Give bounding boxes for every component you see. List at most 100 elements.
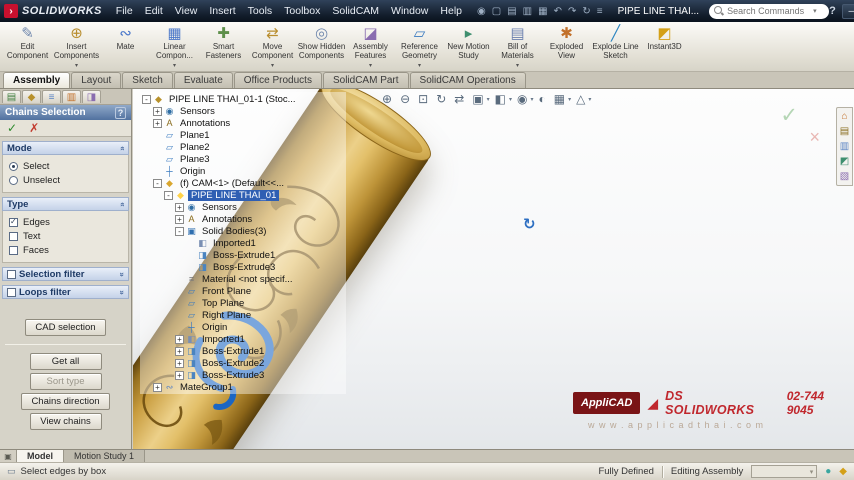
tree-expander-icon[interactable]: + <box>153 118 162 128</box>
tree-item[interactable]: ▱ Plane2 <box>140 141 346 153</box>
menu-item[interactable]: Help <box>434 2 468 20</box>
toolbar-button[interactable]: ▸ New Motion Study <box>444 24 493 70</box>
confirmation-corner-ok-icon[interactable]: ✓ <box>780 103 798 128</box>
tree-item[interactable]: + ◨ Boss-Extrude2 <box>140 357 346 369</box>
ribbon-tab[interactable]: SolidCAM Operations <box>409 72 526 88</box>
graphics-viewport[interactable]: ⊕ ⊖ ⊡ ↻ ⇄ ▣ ▾ ◧ ▾ ◉ ▾ ◐ ▦ ▾ △ ▾ - ◆ PIPE… <box>133 89 854 449</box>
ribbon-tab[interactable]: Evaluate <box>173 72 233 88</box>
dropdown-arrow-icon[interactable]: ▾ <box>271 62 274 69</box>
checkbox-option[interactable]: Faces <box>9 243 122 257</box>
menu-item[interactable]: Insert <box>203 2 241 20</box>
pin-icon[interactable]: ◉ <box>474 6 489 17</box>
ribbon-tab[interactable]: Sketch <box>122 72 173 88</box>
toolbar-button[interactable]: ∾ Mate <box>101 24 150 70</box>
dropdown-arrow-icon[interactable]: ▾ <box>75 62 78 69</box>
tree-expander-icon[interactable]: - <box>164 190 173 200</box>
search-input[interactable] <box>727 6 814 16</box>
tree-item[interactable]: ┼ Origin <box>140 321 346 333</box>
checkbox-option[interactable]: Text <box>9 229 122 243</box>
dropdown-arrow-icon[interactable]: ▾ <box>418 62 421 69</box>
quick-tips-icon[interactable]: ◆ <box>839 466 847 477</box>
ribbon-tab[interactable]: Assembly <box>3 72 71 88</box>
ok-button[interactable]: ✓ <box>7 121 17 135</box>
filter-section-header[interactable]: Selection filter » <box>2 267 129 281</box>
document-tab[interactable]: Model <box>17 450 64 462</box>
checkbox-icon[interactable] <box>9 217 18 227</box>
menu-item[interactable]: Window <box>385 2 434 20</box>
checkbox-icon[interactable] <box>9 231 18 241</box>
tree-item[interactable]: ▱ Plane3 <box>140 153 346 165</box>
toolbar-button[interactable]: ⊕ Insert Components ▾ <box>52 24 101 70</box>
tree-expander-icon[interactable]: + <box>175 346 184 356</box>
ribbon-tab[interactable]: Layout <box>71 72 122 88</box>
menu-item[interactable]: View <box>169 2 204 20</box>
dropdown-arrow-icon[interactable]: ▾ <box>516 62 519 69</box>
tree-item[interactable]: ◧ Imported1 <box>140 237 346 249</box>
tab-options-icon[interactable]: ▣ <box>0 450 17 462</box>
help-button[interactable]: ? <box>829 5 836 17</box>
dimxpert-tab-icon[interactable]: ▥ <box>62 90 81 103</box>
menu-item[interactable]: Toolbox <box>278 2 326 20</box>
panel-button[interactable]: View chains <box>29 413 102 430</box>
new-document-icon[interactable]: ▢ <box>489 6 504 17</box>
tree-item[interactable]: + ◉ Sensors <box>140 105 346 117</box>
featuremanager-tab-icon[interactable]: ▤ <box>2 90 21 103</box>
tree-expander-icon[interactable]: + <box>175 358 184 368</box>
tree-item[interactable]: + ◨ Boss-Extrude3 <box>140 369 346 381</box>
propertymanager-tab-icon[interactable]: ◆ <box>22 90 41 103</box>
toolbar-button[interactable]: ◎ Show Hidden Components <box>297 24 346 70</box>
toolbar-button[interactable]: ⇄ Move Component ▾ <box>248 24 297 70</box>
menu-item[interactable]: File <box>110 2 139 20</box>
appearances-icon[interactable]: ◩ <box>840 156 849 167</box>
redo-icon[interactable]: ↷ <box>565 6 579 17</box>
options-icon[interactable]: ≡ <box>594 6 606 17</box>
confirmation-corner-cancel-icon[interactable]: × <box>809 127 820 148</box>
menu-item[interactable]: SolidCAM <box>326 2 385 20</box>
tree-item[interactable]: ┼ Origin <box>140 165 346 177</box>
tree-item[interactable]: ◨ Boss-Extrude1 <box>140 249 346 261</box>
tree-item[interactable]: ▱ Plane1 <box>140 129 346 141</box>
toolbar-button[interactable]: ✱ Exploded View <box>542 24 591 70</box>
tree-expander-icon[interactable]: + <box>175 334 184 344</box>
tree-item[interactable]: - ▣ Solid Bodies(3) <box>140 225 346 237</box>
tree-item[interactable]: ▱ Front Plane <box>140 285 346 297</box>
toolbar-button[interactable]: ▱ Reference Geometry ▾ <box>395 24 444 70</box>
pan-icon[interactable]: ⇄ <box>451 92 467 106</box>
tree-expander-icon[interactable]: + <box>175 370 184 380</box>
tree-item[interactable]: - ◆ (f) CAM<1> (Default<<... <box>140 177 346 189</box>
minimize-button[interactable]: – <box>841 3 854 19</box>
tree-item[interactable]: + ◨ Boss-Extrude1 <box>140 345 346 357</box>
cancel-button[interactable]: ✗ <box>29 121 39 135</box>
search-box[interactable]: ▾ <box>709 3 830 19</box>
file-explorer-icon[interactable]: ▥ <box>840 141 849 152</box>
displaymanager-tab-icon[interactable]: ◨ <box>82 90 101 103</box>
tree-item[interactable]: ◨ Boss-Extrude3 <box>140 261 346 273</box>
dropdown-arrow-icon[interactable]: ▾ <box>588 96 593 103</box>
rebuild-icon[interactable]: ↻ <box>579 6 593 17</box>
panel-button[interactable]: Get all <box>29 353 102 370</box>
tree-item[interactable]: - ◆ PIPE LINE THAI_01 <box>140 189 346 201</box>
toolbar-button[interactable]: ✚ Smart Fasteners <box>199 24 248 70</box>
configurationmanager-tab-icon[interactable]: ≡ <box>42 90 61 103</box>
custom-properties-icon[interactable]: ▧ <box>840 171 849 182</box>
tree-item[interactable]: + A Annotations <box>140 117 346 129</box>
tree-expander-icon[interactable]: - <box>153 178 162 188</box>
toolbar-button[interactable]: ▦ Linear Compon... ▾ <box>150 24 199 70</box>
filter-checkbox[interactable] <box>7 269 16 279</box>
radio-icon[interactable] <box>9 161 18 171</box>
menu-item[interactable]: Tools <box>242 2 279 20</box>
display-style-icon[interactable]: ◧ <box>492 92 509 106</box>
dropdown-arrow-icon[interactable]: ▾ <box>173 62 176 69</box>
cad-selection-button[interactable]: CAD selection <box>25 319 106 336</box>
toolbar-button[interactable]: ✎ Edit Component <box>3 24 52 70</box>
mode-section-header[interactable]: Mode » <box>2 141 129 155</box>
filter-section-header[interactable]: Loops filter » <box>2 285 129 299</box>
tree-expander-icon[interactable]: - <box>175 226 184 236</box>
type-section-header[interactable]: Type » <box>2 197 129 211</box>
toolbar-button[interactable]: ◩ Instant3D <box>640 24 689 70</box>
tree-expander-icon[interactable]: + <box>153 106 162 116</box>
tree-item[interactable]: ≡ Material <not specif... <box>140 273 346 285</box>
zoom-in-icon[interactable]: ⊕ <box>379 92 395 106</box>
save-icon[interactable]: ▥ <box>520 6 535 17</box>
view-orientation-icon[interactable]: ▣ <box>469 92 486 106</box>
